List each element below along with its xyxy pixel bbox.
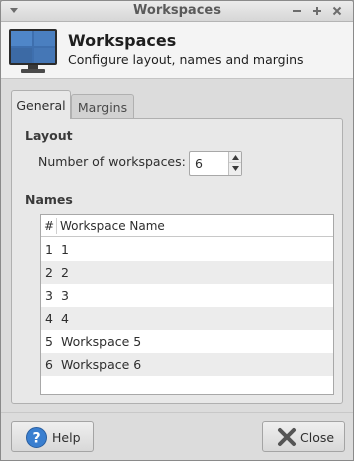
tab-general[interactable]: General xyxy=(11,90,71,119)
tab-general-label: General xyxy=(16,97,66,113)
close-button[interactable]: Close xyxy=(262,421,345,452)
workspace-name-cell[interactable]: 2 xyxy=(61,265,69,280)
header-subtitle: Configure layout, names and margins xyxy=(68,52,304,67)
help-button-label: Help xyxy=(52,430,81,445)
table-row[interactable]: 2 2 xyxy=(41,261,333,284)
table-row[interactable]: 1 1 xyxy=(41,238,333,261)
minimize-icon[interactable] xyxy=(289,3,305,19)
row-number: 5 xyxy=(45,334,53,349)
row-number: 3 xyxy=(45,288,53,303)
help-button[interactable]: ? Help xyxy=(11,421,94,452)
close-button-label: Close xyxy=(300,430,335,445)
workspace-name-cell[interactable]: Workspace 6 xyxy=(61,357,141,372)
svg-text:?: ? xyxy=(32,431,40,447)
tab-margins-label: Margins xyxy=(77,99,128,115)
maximize-icon[interactable] xyxy=(309,3,325,19)
help-icon: ? xyxy=(26,427,47,451)
table-row[interactable]: 4 4 xyxy=(41,307,333,330)
tab-margins[interactable]: Margins xyxy=(71,94,134,119)
workspace-name-cell[interactable]: 4 xyxy=(61,311,69,326)
table-header: # Workspace Name xyxy=(41,215,333,237)
monitor-icon xyxy=(8,28,58,77)
column-divider xyxy=(56,218,57,234)
row-number: 2 xyxy=(45,265,53,280)
num-workspaces-label: Number of workspaces: xyxy=(38,154,186,169)
button-bar-divider xyxy=(1,412,353,413)
close-icon[interactable] xyxy=(329,3,345,19)
table-row[interactable]: 6 Workspace 6 xyxy=(41,353,333,376)
table-row[interactable]: 5 Workspace 5 xyxy=(41,330,333,353)
titlebar[interactable]: Workspaces xyxy=(1,1,353,22)
row-number: 1 xyxy=(45,242,53,257)
close-x-icon xyxy=(277,427,297,450)
layout-section-label: Layout xyxy=(25,128,73,143)
spin-up-icon[interactable] xyxy=(229,152,241,163)
table-row[interactable]: 3 3 xyxy=(41,284,333,307)
spin-down-icon[interactable] xyxy=(229,163,241,174)
num-workspaces-spinner[interactable]: 6 xyxy=(189,151,242,176)
header-title: Workspaces xyxy=(68,31,177,50)
num-workspaces-value[interactable]: 6 xyxy=(195,156,203,171)
row-number: 6 xyxy=(45,357,53,372)
column-header-number[interactable]: # xyxy=(44,219,54,233)
workspace-names-table: # Workspace Name 1 1 2 2 3 3 4 4 5 Works… xyxy=(40,214,334,395)
workspaces-window: Workspaces Workspaces Configure layout, … xyxy=(0,0,354,461)
spinner-buttons xyxy=(228,152,241,175)
dialog-header: Workspaces Configure layout, names and m… xyxy=(1,22,353,79)
workspace-name-cell[interactable]: 3 xyxy=(61,288,69,303)
names-section-label: Names xyxy=(25,192,73,207)
workspace-name-cell[interactable]: 1 xyxy=(61,242,69,257)
column-header-name[interactable]: Workspace Name xyxy=(60,219,165,233)
row-number: 4 xyxy=(45,311,53,326)
workspace-name-cell[interactable]: Workspace 5 xyxy=(61,334,141,349)
